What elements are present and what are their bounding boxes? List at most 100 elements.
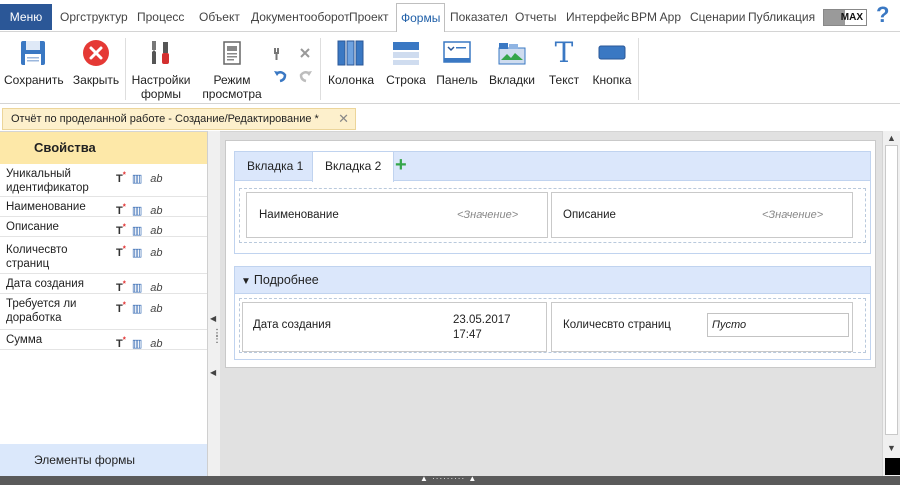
wrench-small-icon[interactable] [272,46,288,65]
menu-tab-process[interactable]: Процесс [137,4,184,30]
scroll-thumb[interactable] [885,145,898,435]
vertical-scrollbar[interactable]: ▲ ▼ [882,131,900,476]
button-label: Кнопка [592,73,632,87]
menu-tab-object[interactable]: Объект [199,4,240,30]
add-column-button[interactable]: Колонка [326,36,376,87]
property-row[interactable]: Уникальный идентификатор T* ▥ ab [0,164,207,197]
form-canvas: Вкладка 1 Вкладка 2 + Наименование <Знач… [220,131,882,476]
menu-tab-project[interactable]: Проект [349,4,389,30]
bold-icon[interactable]: ▥ [132,225,142,237]
close-icon[interactable]: ✕ [338,109,349,129]
page-count-input[interactable]: Пусто [707,313,849,337]
details-section-title: Подробнее [253,273,319,287]
bold-icon[interactable]: ▥ [132,205,142,217]
add-button-button[interactable]: Кнопка [590,36,634,87]
property-row[interactable]: Дата создания T* ▥ ab [0,274,207,294]
tools-icon [146,38,176,68]
document-tab-strip: Отчёт по проделанной работе - Создание/Р… [0,104,900,130]
ribbon-separator [125,38,126,100]
button-icon [597,38,627,68]
panel-label: Панель [436,73,478,87]
menu-tab-bpm-app[interactable]: BPM App [631,4,681,30]
ab-icon[interactable]: ab [150,338,162,350]
form-panel: Вкладка 1 Вкладка 2 + Наименование <Знач… [225,140,876,368]
close-button[interactable]: Закрыть [72,36,120,87]
created-time-value: 17:47 [453,329,482,341]
rows-icon [391,38,421,68]
text-type-icon[interactable]: T* [116,170,126,185]
ab-icon[interactable]: ab [150,205,162,217]
menu-tab-publication[interactable]: Публикация [748,4,815,30]
form-settings-label-1: Настройки [131,73,191,87]
menu-tab-interface[interactable]: Интерфейс [566,4,629,30]
ribbon-toolbar: Сохранить Закрыть Настройки формы Режим … [0,32,900,104]
scroll-up-icon[interactable]: ▲ [887,133,896,143]
ab-icon[interactable]: ab [150,173,162,185]
chevron-down-icon[interactable]: ▼ [241,276,251,287]
form-settings-button[interactable]: Настройки формы [130,36,192,101]
text-type-icon[interactable]: T* [116,300,126,315]
bold-icon[interactable]: ▥ [132,282,142,294]
text-type-icon[interactable]: T* [116,279,126,294]
text-type-icon[interactable]: T* [116,202,126,217]
redo-icon[interactable] [298,68,314,87]
save-label: Сохранить [4,73,64,87]
text-type-icon[interactable]: T* [116,222,126,237]
description-field[interactable]: Описание <Значение> [551,192,853,238]
property-row[interactable]: Количесвто страниц T* ▥ ab [0,237,207,274]
add-tab-icon[interactable]: + [395,154,407,177]
ab-icon[interactable]: ab [150,303,162,315]
menu-tab-document-flow[interactable]: Документооборот [251,4,350,30]
property-row[interactable]: Сумма T* ▥ ab [0,330,207,350]
panel-splitter[interactable]: ◀ ⋮ ⋮ ◀ [208,131,222,476]
max-toggle[interactable]: MAX [823,9,867,26]
document-preview-icon [217,38,247,68]
collapse-left-icon[interactable]: ◀ [210,368,216,377]
add-text-button[interactable]: T Текст [546,36,582,88]
text-type-icon[interactable]: T* [116,244,126,259]
floppy-disk-icon [18,38,48,68]
add-panel-button[interactable]: Панель [436,36,478,87]
form-elements-footer[interactable]: Элементы формы [0,444,207,476]
property-name: Наименование [6,201,86,213]
add-tabs-button[interactable]: Вкладки [488,36,536,87]
name-field[interactable]: Наименование <Значение> [246,192,548,238]
menu-tab-indicators[interactable]: Показател [450,4,508,30]
description-field-placeholder: <Значение> [762,209,824,221]
collapse-left-icon[interactable]: ◀ [210,314,216,323]
tab-1[interactable]: Вкладка 1 [235,152,315,181]
ab-icon[interactable]: ab [150,247,162,259]
bold-icon[interactable]: ▥ [132,173,142,185]
add-row-button[interactable]: Строка [386,36,426,87]
bold-icon[interactable]: ▥ [132,247,142,259]
menu-tab-orgstructure[interactable]: Оргструктур [60,4,128,30]
menu-tab-scenarios[interactable]: Сценарии [690,4,745,30]
scroll-down-icon[interactable]: ▼ [887,443,896,453]
ab-icon[interactable]: ab [150,282,162,294]
menu-button[interactable]: Меню [0,4,52,30]
bold-icon[interactable]: ▥ [132,338,142,350]
help-icon[interactable]: ? [876,2,889,28]
text-label: Текст [548,73,580,87]
property-name: Количесвто страниц [6,244,68,270]
menu-tab-forms[interactable]: Формы [396,3,446,33]
save-button[interactable]: Сохранить [4,36,64,87]
preview-mode-button[interactable]: Режим просмотра [200,36,264,101]
page-count-field[interactable]: Количесвто страниц Пусто [551,302,853,352]
columns-icon [336,38,366,68]
created-date-field[interactable]: Дата создания 23.05.2017 17:47 [242,302,547,352]
menu-tab-reports[interactable]: Отчеты [515,4,556,30]
bold-icon[interactable]: ▥ [132,303,142,315]
details-section-header[interactable]: ▼ Подробнее [234,266,871,294]
delete-small-icon[interactable] [298,46,312,63]
property-row[interactable]: Описание T* ▥ ab [0,217,207,237]
created-date-label: Дата создания [253,319,331,331]
document-tab[interactable]: Отчёт по проделанной работе - Создание/Р… [2,108,356,130]
text-type-icon[interactable]: T* [116,335,126,350]
resize-grip-icon[interactable]: ▲ ········· ▲ [420,474,477,483]
tab-2[interactable]: Вкладка 2 [312,152,395,182]
property-row[interactable]: Требуется ли доработка T* ▥ ab [0,294,207,330]
property-row[interactable]: Наименование T* ▥ ab [0,197,207,217]
undo-icon[interactable] [272,68,288,87]
ab-icon[interactable]: ab [150,225,162,237]
